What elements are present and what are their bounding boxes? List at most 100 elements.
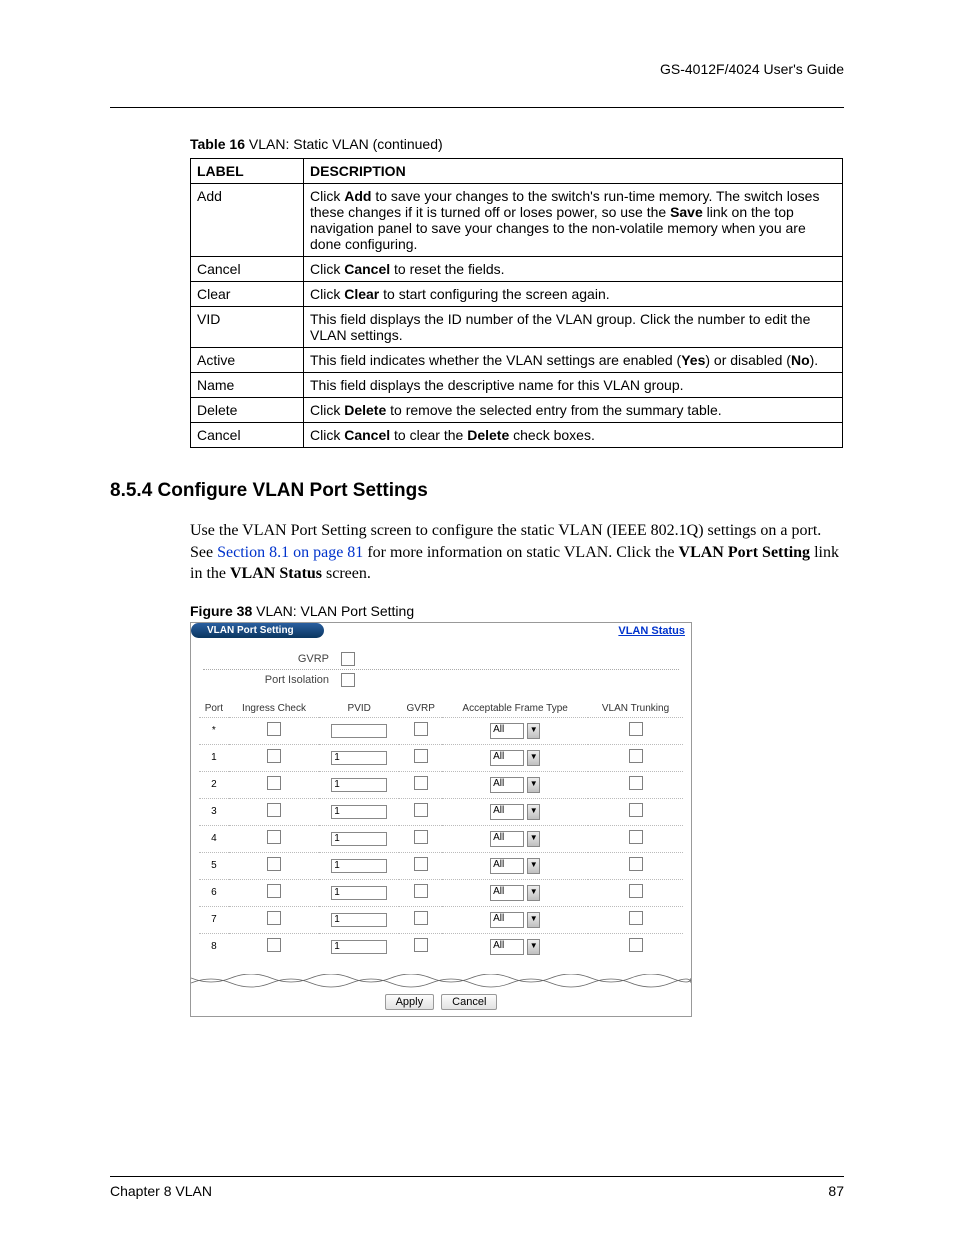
pvid-input[interactable] xyxy=(331,886,387,900)
apply-button[interactable]: Apply xyxy=(385,994,435,1010)
gvrp-checkbox[interactable] xyxy=(414,884,428,898)
gvrp-label: GVRP xyxy=(199,653,341,665)
gvrp-checkbox[interactable] xyxy=(414,857,428,871)
cell-description: This field displays the ID number of the… xyxy=(304,307,843,348)
table-row: ClearClick Clear to start configuring th… xyxy=(191,282,843,307)
trunking-checkbox[interactable] xyxy=(629,803,643,817)
trunking-checkbox[interactable] xyxy=(629,911,643,925)
ingress-checkbox[interactable] xyxy=(267,776,281,790)
gvrp-checkbox[interactable] xyxy=(414,830,428,844)
trunking-checkbox[interactable] xyxy=(629,857,643,871)
chevron-down-icon: ▼ xyxy=(527,939,540,955)
ingress-checkbox[interactable] xyxy=(267,722,281,736)
trunking-checkbox[interactable] xyxy=(629,884,643,898)
trunking-checkbox[interactable] xyxy=(629,938,643,952)
table-row: ActiveThis field indicates whether the V… xyxy=(191,348,843,373)
table-row: CancelClick Cancel to reset the fields. xyxy=(191,257,843,282)
th-desc: DESCRIPTION xyxy=(304,159,843,184)
aft-select[interactable]: All▼ xyxy=(490,885,540,901)
cell-description: Click Add to save your changes to the sw… xyxy=(304,184,843,257)
port-row: *All▼ xyxy=(199,717,683,744)
figure-caption: Figure 38 VLAN: VLAN Port Setting xyxy=(190,603,844,619)
vlan-status-link[interactable]: VLAN Status xyxy=(618,625,685,637)
ingress-checkbox[interactable] xyxy=(267,749,281,763)
aft-select[interactable]: All▼ xyxy=(490,939,540,955)
port-isolation-checkbox[interactable] xyxy=(341,673,355,687)
port-row: 2 All▼ xyxy=(199,771,683,798)
pvid-input[interactable] xyxy=(331,778,387,792)
ingress-checkbox[interactable] xyxy=(267,857,281,871)
col-port: Port xyxy=(199,700,229,718)
table-row: DeleteClick Delete to remove the selecte… xyxy=(191,398,843,423)
aft-select[interactable]: All▼ xyxy=(490,858,540,874)
pvid-input[interactable] xyxy=(331,940,387,954)
aft-select[interactable]: All▼ xyxy=(490,804,540,820)
link-section-ref[interactable]: Section 8.1 on page 81 xyxy=(217,544,363,561)
port-cell: 6 xyxy=(199,879,229,906)
cell-description: This field indicates whether the VLAN se… xyxy=(304,348,843,373)
gvrp-checkbox[interactable] xyxy=(414,803,428,817)
pvid-input[interactable] xyxy=(331,805,387,819)
cell-label: Add xyxy=(191,184,304,257)
ingress-checkbox[interactable] xyxy=(267,884,281,898)
port-row: 6 All▼ xyxy=(199,879,683,906)
chevron-down-icon: ▼ xyxy=(527,804,540,820)
gvrp-checkbox[interactable] xyxy=(414,776,428,790)
table-caption-rest: VLAN: Static VLAN (continued) xyxy=(245,136,443,152)
trunking-checkbox[interactable] xyxy=(629,749,643,763)
port-cell: 8 xyxy=(199,933,229,960)
ingress-checkbox[interactable] xyxy=(267,830,281,844)
ingress-checkbox[interactable] xyxy=(267,938,281,952)
cell-label: Active xyxy=(191,348,304,373)
table-caption-bold: Table 16 xyxy=(190,136,245,152)
port-row: 8 All▼ xyxy=(199,933,683,960)
table-caption: Table 16 VLAN: Static VLAN (continued) xyxy=(190,136,844,152)
aft-select[interactable]: All▼ xyxy=(490,750,540,766)
chevron-down-icon: ▼ xyxy=(527,912,540,928)
ingress-checkbox[interactable] xyxy=(267,803,281,817)
header-right: GS-4012F/4024 User's Guide xyxy=(110,61,844,77)
aft-select[interactable]: All▼ xyxy=(490,831,540,847)
cell-label: Name xyxy=(191,373,304,398)
port-cell: 4 xyxy=(199,825,229,852)
gvrp-checkbox[interactable] xyxy=(414,722,428,736)
aft-select[interactable]: All▼ xyxy=(490,912,540,928)
cell-description: This field displays the descriptive name… xyxy=(304,373,843,398)
pvid-input[interactable] xyxy=(331,832,387,846)
definition-table: LABEL DESCRIPTION AddClick Add to save y… xyxy=(190,158,843,448)
gvrp-checkbox[interactable] xyxy=(341,652,355,666)
body-paragraph: Use the VLAN Port Setting screen to conf… xyxy=(190,520,840,585)
chevron-down-icon: ▼ xyxy=(527,858,540,874)
cancel-button[interactable]: Cancel xyxy=(441,994,497,1010)
aft-select[interactable]: All▼ xyxy=(490,777,540,793)
aft-select[interactable]: All▼ xyxy=(490,723,540,739)
port-cell: 2 xyxy=(199,771,229,798)
chevron-down-icon: ▼ xyxy=(527,723,540,739)
th-label: LABEL xyxy=(191,159,304,184)
cell-description: Click Cancel to clear the Delete check b… xyxy=(304,423,843,448)
chevron-down-icon: ▼ xyxy=(527,831,540,847)
pvid-input[interactable] xyxy=(331,751,387,765)
trunking-checkbox[interactable] xyxy=(629,830,643,844)
trunking-checkbox[interactable] xyxy=(629,776,643,790)
cell-label: Delete xyxy=(191,398,304,423)
gvrp-checkbox[interactable] xyxy=(414,749,428,763)
chevron-down-icon: ▼ xyxy=(527,777,540,793)
port-row: 7All▼ xyxy=(199,906,683,933)
cell-description: Click Cancel to reset the fields. xyxy=(304,257,843,282)
gvrp-checkbox[interactable] xyxy=(414,938,428,952)
cell-description: Click Clear to start configuring the scr… xyxy=(304,282,843,307)
trunking-checkbox[interactable] xyxy=(629,722,643,736)
pvid-input[interactable] xyxy=(331,724,387,738)
chevron-down-icon: ▼ xyxy=(527,750,540,766)
gvrp-checkbox[interactable] xyxy=(414,911,428,925)
footer: Chapter 8 VLAN 87 xyxy=(110,1176,844,1199)
ingress-checkbox[interactable] xyxy=(267,911,281,925)
pvid-input[interactable] xyxy=(331,859,387,873)
vlan-port-setting-screenshot: VLAN Port Setting VLAN Status GVRP Port … xyxy=(190,622,692,1017)
port-row: 3All▼ xyxy=(199,798,683,825)
table-row: VIDThis field displays the ID number of … xyxy=(191,307,843,348)
pvid-input[interactable] xyxy=(331,913,387,927)
port-row: 5All▼ xyxy=(199,852,683,879)
port-table: Port Ingress Check PVID GVRP Acceptable … xyxy=(199,700,683,960)
